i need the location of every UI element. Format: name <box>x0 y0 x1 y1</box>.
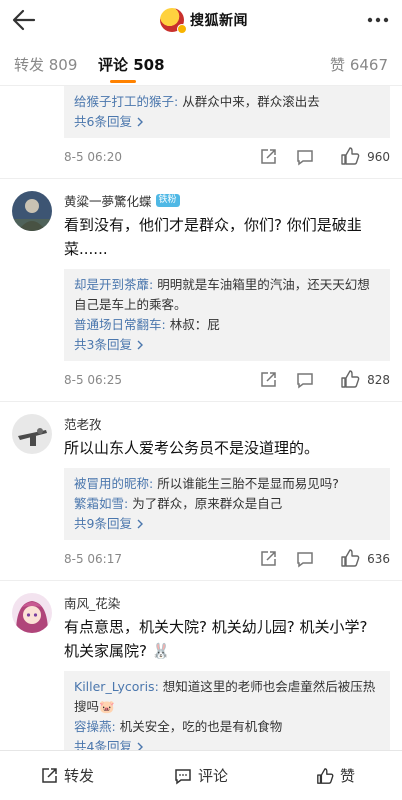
comment-item: 范老孜 所以山东人爱考公务员不是没道理的。 被冒用的昵称: 所以谁能生三胎不是显… <box>0 402 402 581</box>
comment-text: 有点意思，机关大院? 机关幼儿园? 机关小学? 机关家属院? 🐰 <box>64 618 368 660</box>
tab-comment[interactable]: 评论 508 <box>98 54 165 75</box>
repost-icon <box>42 767 57 783</box>
share-icon[interactable] <box>259 371 277 393</box>
reply-box[interactable]: 却是开到茶蘼: 明明就是车油箱里的汽油，还天天幻想自己是车上的乘客。 普通场日常… <box>64 269 390 361</box>
more-replies-link[interactable]: 共9条回复 <box>74 514 144 534</box>
thumb-up-icon[interactable] <box>340 369 360 393</box>
like-count: 960 <box>367 150 390 164</box>
repost-button[interactable]: 转发 <box>40 765 94 786</box>
comment-time: 8-5 06:25 <box>64 373 122 387</box>
brand[interactable]: 搜狐新闻 <box>160 6 248 34</box>
reply-nick[interactable]: 容操燕 <box>74 719 112 734</box>
reply-nick[interactable]: 繁霜如雪 <box>74 496 124 511</box>
reply-nick[interactable]: Killer_Lycoris <box>74 679 155 694</box>
reply-nick[interactable]: 被冒用的昵称 <box>74 476 149 491</box>
comment-meta: 8-5 06:17 636 <box>64 540 390 580</box>
bottom-action-bar: 转发 评论 赞 <box>0 750 402 800</box>
fan-badge: 铁粉 <box>155 193 180 207</box>
avatar[interactable] <box>12 191 52 231</box>
reply-text: 机关安全，吃的也是有机食物 <box>119 719 283 734</box>
reply-box[interactable]: 被冒用的昵称: 所以谁能生三胎不是显而易见吗? 繁霜如雪: 为了群众，原来群众是… <box>64 468 390 540</box>
more-dots-icon[interactable] <box>366 10 390 30</box>
more-replies-link[interactable]: 共6条回复 <box>74 112 144 132</box>
reply-nick[interactable]: 给猴子打工的猴子 <box>74 94 174 109</box>
comment-icon <box>175 768 191 784</box>
comment-label: 评论 <box>198 767 229 785</box>
reply-item: 被冒用的昵称: 所以谁能生三胎不是显而易见吗? <box>74 476 339 491</box>
reply-item: 繁霜如雪: 为了群众，原来群众是自己 <box>74 496 283 511</box>
comment-time: 8-5 06:20 <box>64 150 122 164</box>
tab-like[interactable]: 赞 6467 <box>330 54 388 75</box>
comment-meta: 8-5 06:20 960 <box>64 138 390 178</box>
chevron-right-icon <box>137 519 143 529</box>
comment-user[interactable]: 南风_花染 <box>64 593 402 611</box>
share-icon[interactable] <box>259 148 277 170</box>
reply-comment-icon[interactable] <box>296 148 314 170</box>
top-bar: 搜狐新闻 <box>0 0 402 40</box>
reply-nick[interactable]: 却是开到茶蘼 <box>74 277 149 292</box>
comment-time: 8-5 06:17 <box>64 552 122 566</box>
comment-item: 黄粱一夢驚化蝶 铁粉 看到没有，他们才是群众，你们? 你们是破韭菜...... … <box>0 179 402 402</box>
reply-item: 却是开到茶蘼: 明明就是车油箱里的汽油，还天天幻想自己是车上的乘客。 <box>74 277 370 312</box>
reply-box[interactable]: Killer_Lycoris: 想知道这里的老师也会虐童然后被压热搜吗🐷 容操燕… <box>64 671 390 750</box>
reply-comment-icon[interactable] <box>296 550 314 572</box>
username[interactable]: 黄粱一夢驚化蝶 <box>64 191 152 210</box>
reply-text: 所以谁能生三胎不是显而易见吗? <box>157 476 339 491</box>
thumb-up-icon <box>317 767 334 784</box>
comment-button[interactable]: 评论 <box>174 765 228 786</box>
chevron-right-icon <box>137 742 143 750</box>
chevron-right-icon <box>137 340 143 350</box>
reply-comment-icon[interactable] <box>296 371 314 393</box>
avatar[interactable] <box>12 593 52 633</box>
comment-text: 所以山东人爱考公务员不是没道理的。 <box>64 439 320 457</box>
repost-label: 转发 <box>64 767 95 785</box>
like-count: 828 <box>367 373 390 387</box>
chevron-right-icon <box>137 117 143 127</box>
reply-text: 从群众中来，群众滚出去 <box>182 94 320 109</box>
reply-nick[interactable]: 普通场日常翻车 <box>74 317 162 332</box>
back-arrow-icon[interactable] <box>10 6 38 34</box>
comment-meta: 8-5 06:25 828 <box>64 361 390 401</box>
brand-name: 搜狐新闻 <box>190 13 248 29</box>
reply-text: 为了群众，原来群众是自己 <box>132 496 283 511</box>
more-replies-link[interactable]: 共4条回复 <box>74 737 144 750</box>
comment-user[interactable]: 范老孜 <box>64 414 402 432</box>
username[interactable]: 范老孜 <box>64 414 102 433</box>
thumb-up-icon[interactable] <box>340 548 360 572</box>
reply-item: Killer_Lycoris: 想知道这里的老师也会虐童然后被压热搜吗🐷 <box>74 679 376 714</box>
avatar[interactable] <box>12 414 52 454</box>
more-replies-link[interactable]: 共3条回复 <box>74 335 144 355</box>
tab-repost[interactable]: 转发 809 <box>14 54 77 75</box>
comment-item: 南风_花染 有点意思，机关大院? 机关幼儿园? 机关小学? 机关家属院? 🐰 K… <box>0 581 402 750</box>
comment-text: 看到没有，他们才是群众，你们? 你们是破韭菜...... <box>64 216 362 258</box>
username[interactable]: 南风_花染 <box>64 593 120 612</box>
active-tab-indicator <box>110 80 136 83</box>
reply-item: 给猴子打工的猴子: 从群众中来，群众滚出去 <box>74 94 320 109</box>
thumb-up-icon[interactable] <box>340 146 360 170</box>
like-button[interactable]: 赞 <box>316 765 355 786</box>
reply-box[interactable]: 给猴子打工的猴子: 从群众中来，群众滚出去 共6条回复 <box>64 86 390 138</box>
tab-bar: 转发 809 评论 508 赞 6467 <box>0 40 402 86</box>
brand-logo-icon <box>160 8 187 34</box>
share-icon[interactable] <box>259 550 277 572</box>
comment-user[interactable]: 黄粱一夢驚化蝶 铁粉 <box>64 191 402 209</box>
reply-text: 林叔：屁 <box>169 317 220 332</box>
comment-feed[interactable]: 给猴子打工的猴子: 从群众中来，群众滚出去 共6条回复 8-5 06:20 96… <box>0 86 402 750</box>
reply-item: 普通场日常翻车: 林叔：屁 <box>74 317 220 332</box>
reply-item: 容操燕: 机关安全，吃的也是有机食物 <box>74 719 283 734</box>
like-label: 赞 <box>340 767 356 785</box>
like-count: 636 <box>367 552 390 566</box>
comment-item: 给猴子打工的猴子: 从群众中来，群众滚出去 共6条回复 8-5 06:20 96… <box>0 86 402 179</box>
